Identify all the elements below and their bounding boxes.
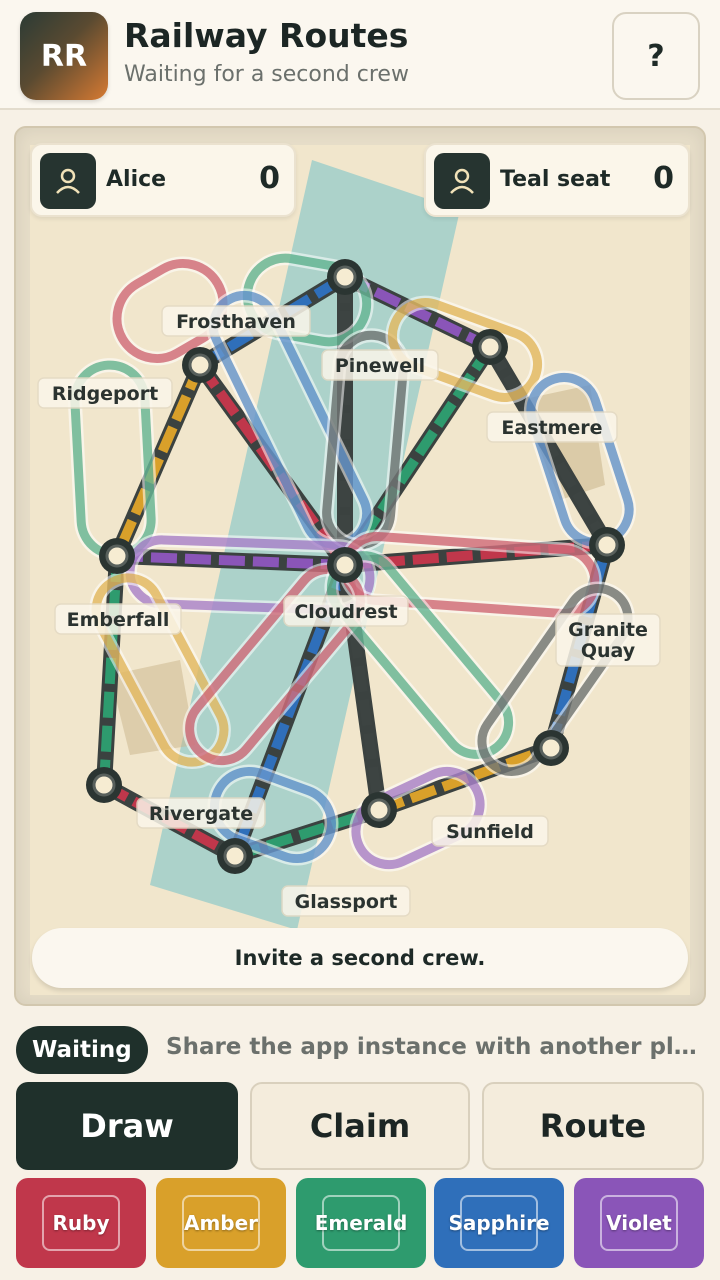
city-label-cloudrest: Cloudrest [283, 595, 409, 627]
svg-text:Quay: Quay [581, 640, 636, 662]
help-button[interactable]: ? [612, 12, 700, 100]
city-label-rivergate: Rivergate [136, 797, 266, 829]
player-score: 0 [259, 161, 280, 196]
city-node-center [367, 798, 391, 822]
city-label-sunfield: Sunfield [431, 815, 549, 847]
player-name: Teal seat [500, 167, 611, 192]
svg-text:Rivergate: Rivergate [149, 803, 253, 825]
city-node-center [188, 353, 212, 377]
card-sapphire[interactable]: Sapphire [434, 1178, 564, 1268]
app-subtitle: Waiting for a second crew [124, 62, 409, 87]
svg-text:Ridgeport: Ridgeport [52, 383, 158, 405]
player-avatar-icon [434, 153, 490, 209]
card-label: Amber [183, 1211, 259, 1235]
card-label: Violet [606, 1211, 672, 1235]
player-score: 0 [653, 161, 674, 196]
invite-banner: Invite a second crew. [32, 928, 688, 988]
city-label-emberfall: Emberfall [54, 603, 182, 635]
player-avatar-icon [40, 153, 96, 209]
card-violet[interactable]: Violet [574, 1178, 704, 1268]
city-node-center [223, 844, 247, 868]
app-header: RR Railway Routes Waiting for a second c… [0, 0, 720, 110]
svg-text:Frosthaven: Frosthaven [176, 311, 296, 333]
card-emerald[interactable]: Emerald [296, 1178, 426, 1268]
status-message: Share the app instance with another play… [166, 1034, 706, 1060]
city-label-eastmere: Eastmere [486, 411, 618, 443]
game-board[interactable]: Frosthaven Pinewell Ridgeport Eastmere Ember… [30, 145, 690, 995]
card-ruby[interactable]: Ruby [16, 1178, 146, 1268]
card-label: Emerald [314, 1211, 408, 1235]
svg-text:Granite: Granite [568, 619, 648, 641]
app-title: Railway Routes [124, 16, 409, 55]
player-card-alice: Alice 0 [30, 143, 296, 217]
svg-text:Emberfall: Emberfall [67, 609, 170, 631]
svg-text:Pinewell: Pinewell [335, 355, 425, 377]
city-node-center [105, 544, 129, 568]
player-name: Alice [106, 167, 167, 192]
city-node-center [333, 553, 357, 577]
status-badge: Waiting [16, 1026, 148, 1074]
city-label-granite-quay: GraniteQuay [555, 613, 661, 667]
card-label: Ruby [52, 1211, 110, 1235]
card-amber[interactable]: Amber [156, 1178, 286, 1268]
city-node-center [539, 736, 563, 760]
app-logo: RR [20, 12, 108, 100]
draw-button[interactable]: Draw [16, 1082, 238, 1170]
city-node-center [333, 265, 357, 289]
svg-text:Cloudrest: Cloudrest [294, 601, 397, 623]
card-label: Sapphire [448, 1211, 550, 1235]
player-card-teal-seat: Teal seat 0 [424, 143, 690, 217]
svg-text:Glassport: Glassport [295, 891, 398, 913]
city-node-center [595, 533, 619, 557]
city-label-glassport: Glassport [281, 885, 411, 917]
city-label-pinewell: Pinewell [321, 349, 439, 381]
city-node-center [92, 773, 116, 797]
svg-text:Sunfield: Sunfield [446, 821, 534, 843]
city-node-center [478, 335, 502, 359]
svg-text:Eastmere: Eastmere [501, 417, 602, 439]
route-button[interactable]: Route [482, 1082, 704, 1170]
claim-button[interactable]: Claim [250, 1082, 470, 1170]
city-label-frosthaven: Frosthaven [161, 305, 311, 337]
city-label-ridgeport: Ridgeport [37, 377, 173, 409]
